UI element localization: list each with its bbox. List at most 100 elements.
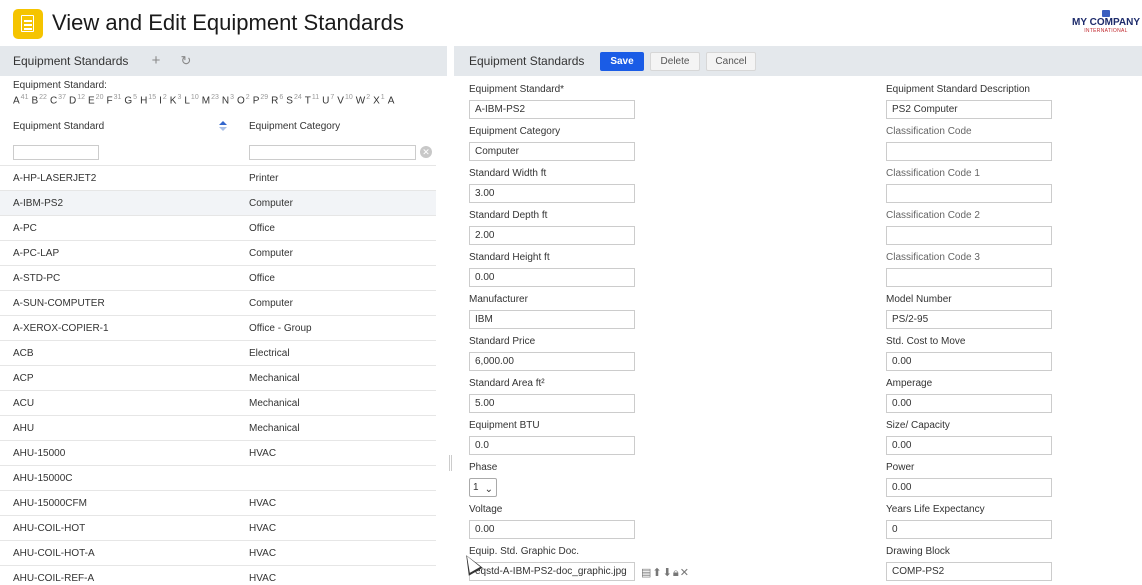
field-value: 3.00 [475, 188, 495, 199]
alphabet-letter-link[interactable]: T11 [305, 94, 319, 106]
std-cost-to-move-input[interactable]: 0.00 [886, 352, 1052, 371]
field-label: Years Life Expectancy [886, 504, 985, 515]
equip-std-graphic-doc-input[interactable]: eqstd-A-IBM-PS2-doc_graphic.jpg [469, 562, 635, 581]
upload-icon[interactable]: ⬆ [652, 567, 662, 579]
page-title: View and Edit Equipment Standards [52, 10, 404, 35]
standard-area-ft-input[interactable]: 5.00 [469, 394, 635, 413]
save-button[interactable]: Save [600, 52, 644, 71]
table-row[interactable]: AHU-COIL-HOT HVAC [0, 515, 436, 540]
standard-depth-ft-input[interactable]: 2.00 [469, 226, 635, 245]
table-row[interactable]: A-PC-LAP Computer [0, 240, 436, 265]
model-number-input[interactable]: PS/2-95 [886, 310, 1052, 329]
field-label: Classification Code [886, 126, 972, 137]
alphabet-letter-link[interactable]: R6 [271, 94, 283, 106]
equipment-btu-input[interactable]: 0.0 [469, 436, 635, 455]
standard-width-ft-input[interactable]: 3.00 [469, 184, 635, 203]
alphabet-letter-link[interactable]: G5 [124, 94, 137, 106]
table-row[interactable]: AHU-COIL-HOT-A HVAC [0, 540, 436, 565]
cell-equipment-category: Computer [249, 198, 293, 209]
phase-select[interactable]: 1 ⌄ [469, 478, 497, 497]
equipment-standard-input[interactable]: A-IBM-PS2 [469, 100, 635, 119]
alphabet-letter-link[interactable]: X1 [373, 94, 385, 106]
alphabet-letter-link[interactable]: V10 [337, 94, 352, 106]
field-label: Voltage [469, 504, 503, 515]
equipment-standard-description-input[interactable]: PS2 Computer [886, 100, 1052, 119]
field-value: eqstd-A-IBM-PS2-doc_graphic.jpg [475, 566, 627, 577]
field-value: 0.0 [475, 440, 489, 451]
alphabet-letter: O [237, 95, 245, 107]
cell-equipment-standard: A-PC [13, 223, 37, 234]
filter-equipment-standard-input[interactable] [13, 145, 99, 160]
alphabet-count: 2 [366, 94, 371, 101]
field-value: 0.00 [892, 398, 912, 409]
table-row[interactable]: ACB Electrical [0, 340, 436, 365]
table-row[interactable]: AHU-15000 HVAC [0, 440, 436, 465]
alphabet-letter-link[interactable]: O2 [237, 94, 250, 106]
alphabet-letter-link[interactable]: I2 [159, 94, 167, 106]
classification-code-input[interactable] [886, 142, 1052, 161]
size-capacity-input[interactable]: 0.00 [886, 436, 1052, 455]
table-row[interactable]: A-HP-LASERJET2 Printer [0, 165, 436, 190]
table-row[interactable]: A-PC Office [0, 215, 436, 240]
power-input[interactable]: 0.00 [886, 478, 1052, 497]
table-row[interactable]: AHU-15000CFM HVAC [0, 490, 436, 515]
alphabet-count: 41 [20, 94, 29, 101]
plus-icon[interactable]: + [146, 51, 166, 71]
alphabet-letter-link[interactable]: F31 [106, 94, 121, 106]
classification-code-3-input[interactable] [886, 268, 1052, 287]
table-row[interactable]: A-IBM-PS2 Computer [0, 190, 436, 215]
delete-button[interactable]: Delete [650, 52, 700, 71]
alphabet-letter-link[interactable]: S24 [286, 94, 301, 106]
classification-code-2-input[interactable] [886, 226, 1052, 245]
pane-splitter-handle[interactable] [449, 455, 452, 471]
cancel-button[interactable]: Cancel [706, 52, 756, 71]
manufacturer-input[interactable]: IBM [469, 310, 635, 329]
alphabet-letter-link[interactable]: W2 [356, 94, 370, 106]
alphabet-letter-link[interactable]: D12 [69, 94, 85, 106]
alphabet-letter-link[interactable]: L10 [184, 94, 198, 106]
table-row[interactable]: AHU-15000C [0, 465, 436, 490]
equipment-category-input[interactable]: Computer [469, 142, 635, 161]
table-row[interactable]: AHU-COIL-REF-A HVAC [0, 565, 436, 585]
alphabet-letter-link[interactable]: P29 [253, 94, 268, 106]
filter-equipment-category-input[interactable] [249, 145, 416, 160]
column-header-equipment-standard[interactable]: Equipment Standard [13, 121, 104, 132]
alphabet-letter-link[interactable]: A41 [13, 94, 28, 106]
lock-icon[interactable]: 🔒︎ [673, 567, 680, 579]
classification-code-1-input[interactable] [886, 184, 1052, 203]
alphabet-letter-link[interactable]: H15 [140, 94, 156, 106]
alphabet-letter-link[interactable]: C37 [50, 94, 66, 106]
table-row[interactable]: A-SUN-COMPUTER Computer [0, 290, 436, 315]
document-icon[interactable]: ▤ [641, 567, 652, 579]
alphabet-letter-link[interactable]: U7 [322, 94, 334, 106]
table-row[interactable]: A-XEROX-COPIER-1 Office - Group [0, 315, 436, 340]
cell-equipment-standard: A-SUN-COMPUTER [13, 298, 105, 309]
column-header-equipment-category[interactable]: Equipment Category [249, 121, 340, 132]
table-row[interactable]: AHU Mechanical [0, 415, 436, 440]
table-row[interactable]: A-STD-PC Office [0, 265, 436, 290]
alphabet-letter-link[interactable]: N3 [222, 94, 234, 106]
alphabet-letter-link[interactable]: B22 [31, 94, 46, 106]
download-icon[interactable]: ⬇ [663, 567, 673, 579]
amperage-input[interactable]: 0.00 [886, 394, 1052, 413]
refresh-icon[interactable]: ↻ [176, 51, 196, 71]
table-row[interactable]: ACP Mechanical [0, 365, 436, 390]
alphabet-count: 2 [162, 94, 167, 101]
alphabet-letter: W [355, 95, 366, 107]
voltage-input[interactable]: 0.00 [469, 520, 635, 539]
standard-price-input[interactable]: 6,000.00 [469, 352, 635, 371]
equipment-standards-table: A-HP-LASERJET2 Printer A-IBM-PS2 Computer A-… [0, 165, 436, 585]
years-life-expectancy-input[interactable]: 0 [886, 520, 1052, 539]
alphabet-letter-link[interactable]: K3 [170, 94, 182, 106]
alphabet-letter-link[interactable]: M23 [202, 94, 219, 106]
alphabet-letter-link[interactable]: A [388, 94, 396, 106]
alphabet-letter: P [252, 95, 260, 107]
drawing-block-input[interactable]: COMP-PS2 [886, 562, 1052, 581]
delete-x-icon[interactable]: ✕ [680, 567, 690, 579]
alphabet-letter-link[interactable]: E20 [88, 94, 103, 106]
standard-height-ft-input[interactable]: 0.00 [469, 268, 635, 287]
cell-equipment-category: HVAC [249, 573, 277, 584]
table-row[interactable]: ACU Mechanical [0, 390, 436, 415]
sort-ascending-icon[interactable] [219, 120, 227, 132]
clear-filter-icon[interactable]: ✕ [420, 146, 432, 158]
